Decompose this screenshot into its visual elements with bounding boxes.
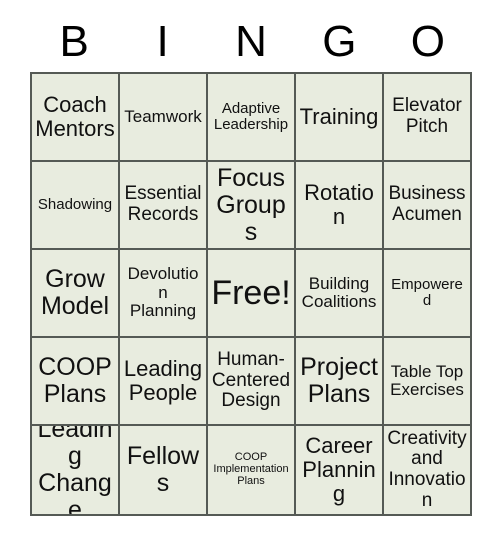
bingo-cell-i2[interactable]: Essential Records [120, 162, 208, 250]
bingo-cell-label: Leading Change [37, 426, 113, 514]
bingo-cell-o5[interactable]: Creativity and Innovation [384, 426, 470, 514]
bingo-header-row: B I N G O [30, 14, 472, 70]
bingo-cell-label: Focus Groups [216, 163, 286, 246]
bingo-cell-o1[interactable]: Elevator Pitch [384, 74, 470, 162]
bingo-cell-label: Shadowing [37, 195, 113, 213]
bingo-cell-i3[interactable]: Devolution Planning [120, 250, 208, 338]
bingo-row-4: COOP Plans Leading People Human-Centered… [32, 338, 470, 426]
bingo-cell-label: Training [299, 104, 379, 130]
bingo-cell-b1[interactable]: Coach Mentors [32, 74, 120, 162]
bingo-cell-b5[interactable]: Leading Change [32, 426, 120, 514]
bingo-cell-label: Coach Mentors [35, 92, 115, 141]
header-letter-b: B [59, 17, 89, 66]
bingo-cell-o4[interactable]: Table Top Exercises [384, 338, 470, 426]
bingo-cell-label: Devolution Planning [127, 264, 199, 321]
header-letter-i: I [156, 17, 169, 66]
bingo-cell-label: COOP Plans [38, 353, 112, 408]
bingo-cell-i1[interactable]: Teamwork [120, 74, 208, 162]
bingo-cell-o2[interactable]: Business Acumen [384, 162, 470, 250]
bingo-cell-i5[interactable]: Fellows [120, 426, 208, 514]
bingo-cell-label: Adaptive Leadership [213, 99, 289, 133]
bingo-cell-label: Career Planning [302, 433, 376, 506]
bingo-cell-g3[interactable]: Building Coalitions [296, 250, 384, 338]
bingo-cell-label: Building Coalitions [301, 273, 377, 311]
bingo-cell-label: Teamwork [124, 106, 202, 126]
bingo-cell-b2[interactable]: Shadowing [32, 162, 120, 250]
bingo-cell-label: Business Acumen [388, 183, 466, 225]
bingo-cell-label: Rotation [304, 180, 374, 229]
bingo-row-1: Coach Mentors Teamwork Adaptive Leadersh… [32, 74, 470, 162]
bingo-cell-label: Leading People [123, 356, 203, 405]
bingo-row-5: Leading Change Fellows COOP Implementati… [32, 426, 470, 514]
bingo-cell-free-space[interactable]: Free! [208, 250, 296, 338]
bingo-cell-g1[interactable]: Training [296, 74, 384, 162]
bingo-grid: Coach Mentors Teamwork Adaptive Leadersh… [30, 72, 472, 516]
bingo-card: B I N G O Coach Mentors Teamwork Adaptiv… [0, 0, 500, 544]
bingo-cell-label: Empowered [391, 275, 463, 309]
bingo-cell-g4[interactable]: Project Plans [296, 338, 384, 426]
bingo-cell-g5[interactable]: Career Planning [296, 426, 384, 514]
bingo-cell-b4[interactable]: COOP Plans [32, 338, 120, 426]
bingo-cell-label: Essential Records [124, 183, 202, 225]
bingo-row-2: Shadowing Essential Records Focus Groups… [32, 162, 470, 250]
bingo-cell-label: COOP Implementation Plans [213, 451, 289, 487]
bingo-cell-label: Table Top Exercises [390, 361, 464, 399]
bingo-cell-n1[interactable]: Adaptive Leadership [208, 74, 296, 162]
bingo-cell-label: Human-Centered Design [211, 349, 291, 412]
bingo-cell-i4[interactable]: Leading People [120, 338, 208, 426]
free-space-label: Free! [211, 273, 291, 312]
bingo-row-3: Grow Model Devolution Planning Free! Bui… [32, 250, 470, 338]
bingo-cell-g2[interactable]: Rotation [296, 162, 384, 250]
bingo-cell-n4[interactable]: Human-Centered Design [208, 338, 296, 426]
bingo-cell-n5[interactable]: COOP Implementation Plans [208, 426, 296, 514]
header-letter-o: O [410, 17, 445, 66]
bingo-cell-n2[interactable]: Focus Groups [208, 162, 296, 250]
bingo-cell-label: Creativity and Innovation [387, 427, 467, 511]
bingo-cell-o3[interactable]: Empowered [384, 250, 470, 338]
bingo-cell-label: Grow Model [40, 265, 110, 320]
header-letter-g: G [322, 17, 357, 66]
bingo-cell-label: Elevator Pitch [392, 95, 462, 137]
bingo-cell-b3[interactable]: Grow Model [32, 250, 120, 338]
header-letter-n: N [235, 17, 267, 66]
bingo-cell-label: Project Plans [300, 353, 378, 408]
bingo-cell-label: Fellows [126, 442, 200, 497]
